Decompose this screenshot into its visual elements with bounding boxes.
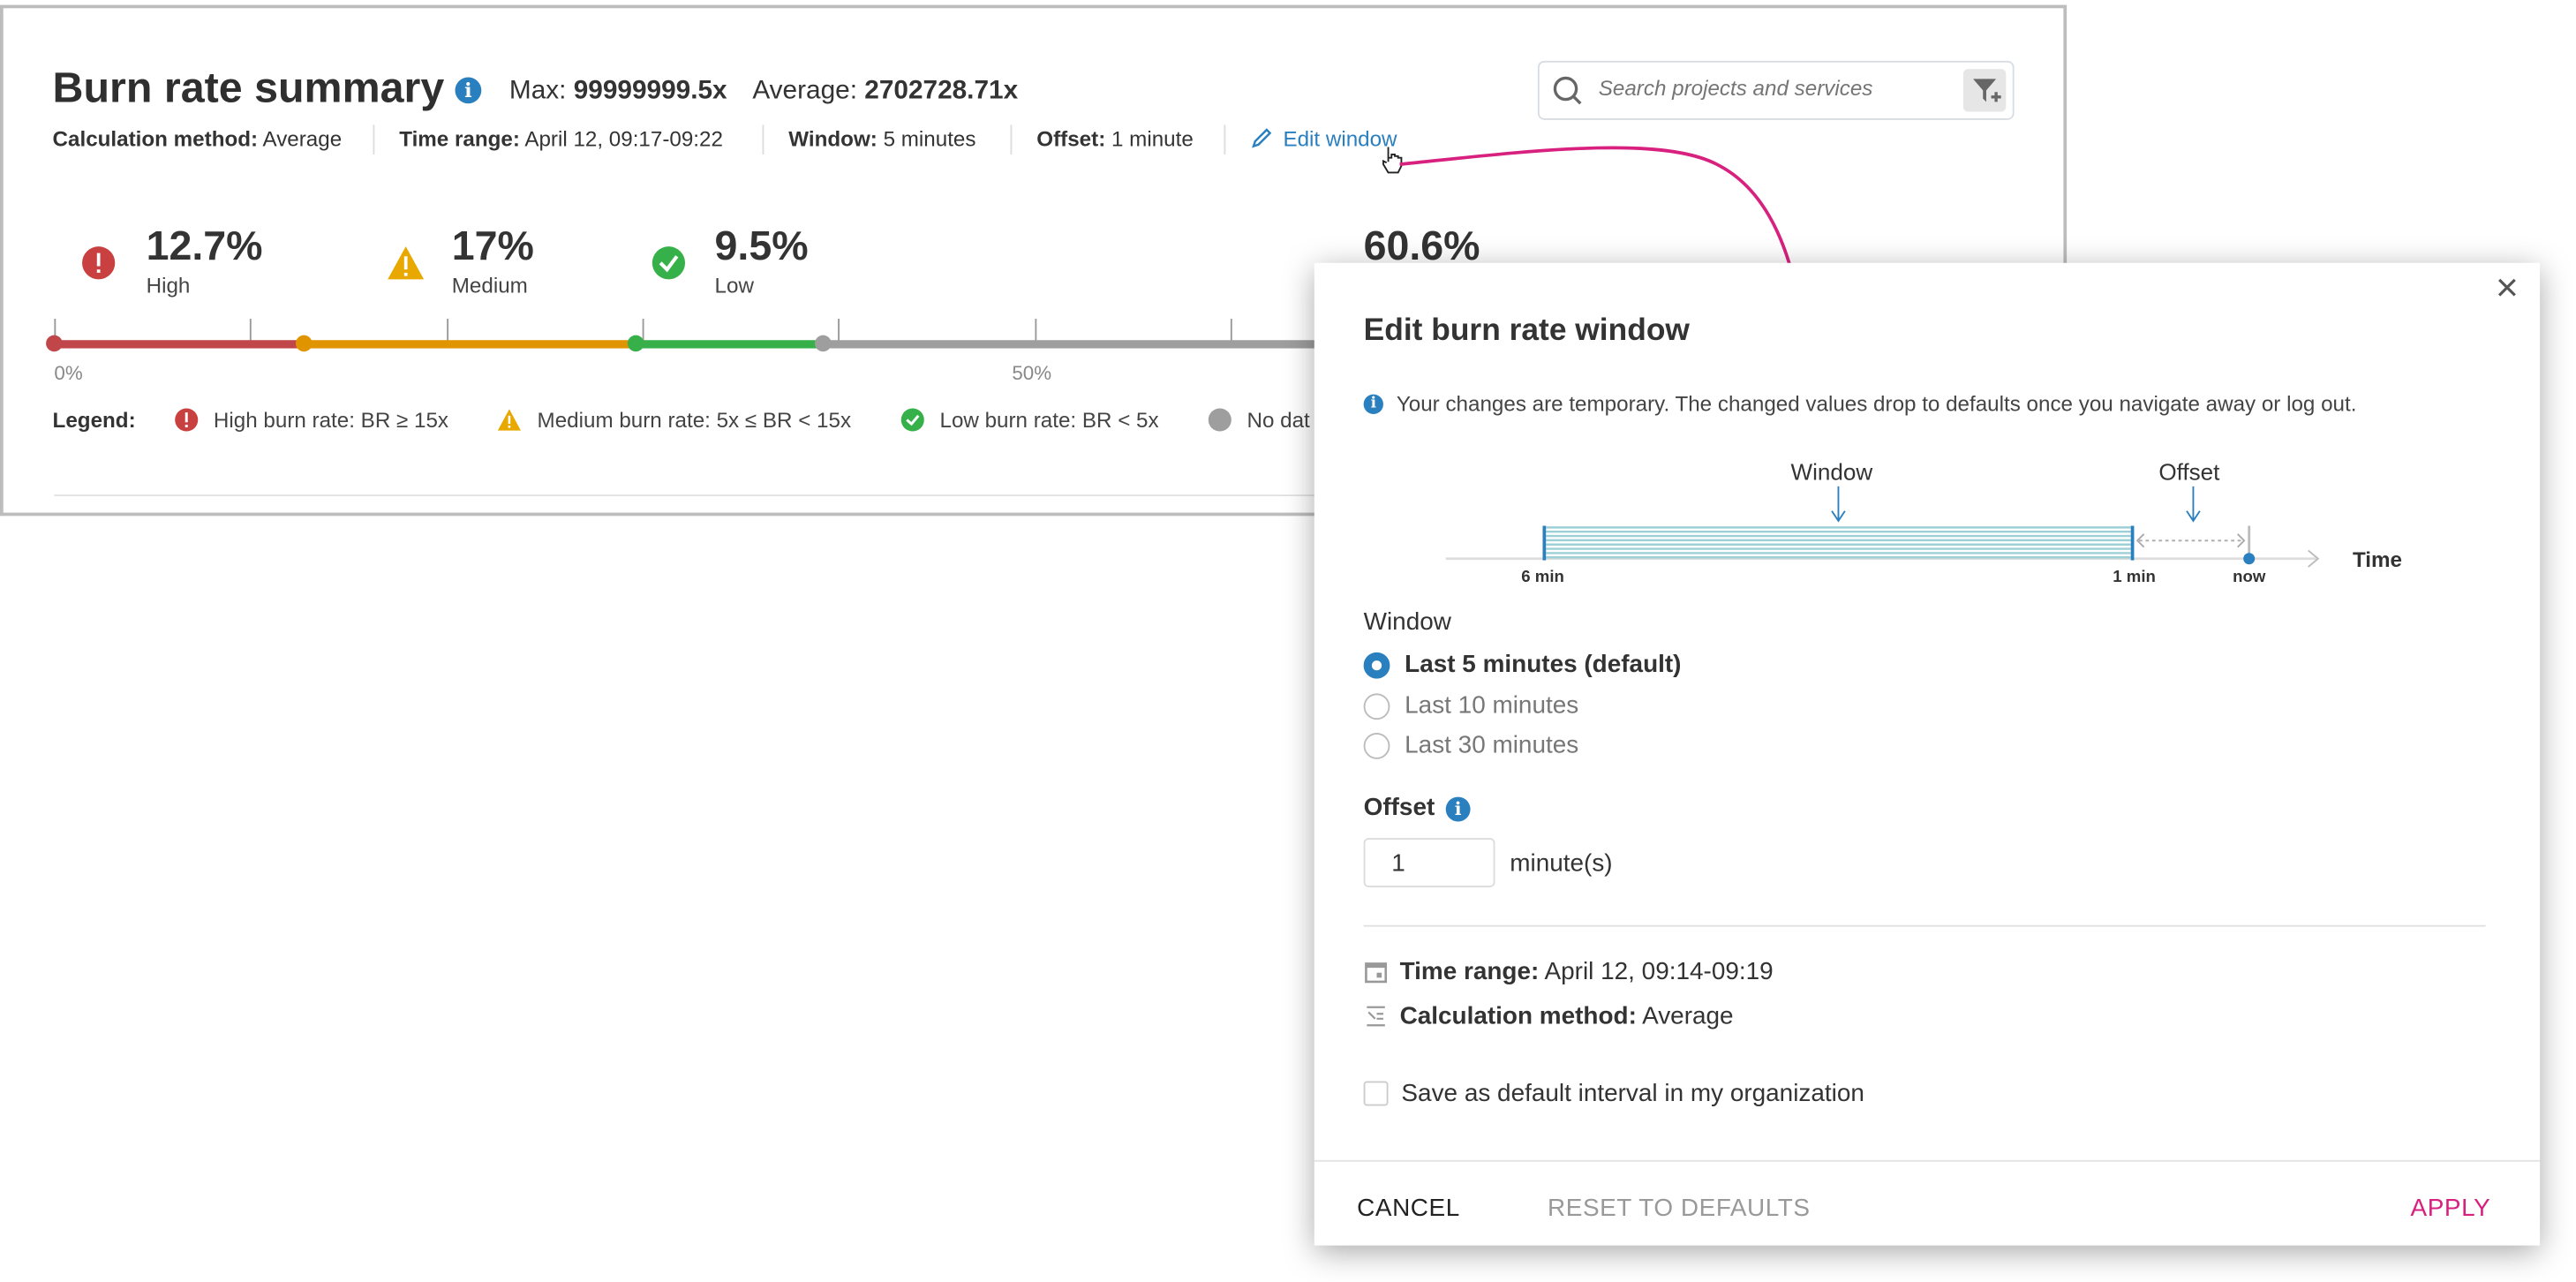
reset-to-defaults-button[interactable]: RESET TO DEFAULTS: [1548, 1195, 1811, 1223]
dialog-title: Edit burn rate window: [1363, 313, 1690, 349]
window-option-label[interactable]: Last 10 minutes: [1405, 691, 1578, 720]
calendar-icon: [1365, 962, 1388, 984]
window-option-radio[interactable]: [1363, 733, 1390, 759]
info-icon[interactable]: i: [1445, 796, 1471, 822]
dialog-calc-method: Calculation method: Average: [1400, 1002, 1734, 1030]
diagram-window-label: Window: [1790, 458, 1873, 485]
edit-burn-rate-window-dialog: × Edit burn rate window i Your changes a…: [1314, 262, 2541, 1246]
calc-method-value: Average: [1642, 1002, 1734, 1030]
diagram-time-label: Time: [2352, 547, 2402, 572]
close-icon: ×: [2495, 266, 2519, 311]
info-icon: i: [1363, 394, 1383, 414]
tick-1-min: 1 min: [2113, 568, 2156, 587]
save-default-label: Save as default interval in my organizat…: [1401, 1079, 1864, 1108]
divider: [1314, 1159, 2541, 1162]
save-default-checkbox[interactable]: [1363, 1081, 1389, 1106]
window-option-radio[interactable]: [1363, 692, 1390, 720]
window-range: [1546, 526, 2131, 559]
apply-button[interactable]: APPLY: [2411, 1195, 2491, 1223]
window-option-label[interactable]: Last 5 minutes (default): [1405, 651, 1681, 679]
tick-now: now: [2233, 568, 2266, 587]
now-dot: [2243, 553, 2256, 565]
window-option-label[interactable]: Last 30 minutes: [1405, 731, 1578, 759]
divider: [1363, 924, 2486, 927]
cancel-button[interactable]: CANCEL: [1357, 1195, 1460, 1223]
window-option-radio[interactable]: [1363, 652, 1390, 679]
time-range-value: April 12, 09:14-09:19: [1544, 957, 1774, 986]
offset-heading: Offset: [1363, 793, 1435, 822]
offset-unit: minute(s): [1510, 849, 1613, 878]
calc-method-label: Calculation method:: [1399, 1002, 1637, 1030]
offset-input[interactable]: [1363, 838, 1495, 887]
time-range-label: Time range:: [1399, 957, 1540, 986]
dialog-time-range: Time range: April 12, 09:14-09:19: [1400, 958, 1774, 986]
temporary-notice: Your changes are temporary. The changed …: [1396, 390, 2357, 416]
diagram-offset-label: Offset: [2158, 458, 2220, 485]
close-button[interactable]: ×: [2496, 266, 2519, 312]
window-heading: Window: [1363, 607, 1451, 637]
tick-6-min: 6 min: [1521, 568, 1564, 587]
calculator-icon: [1367, 1006, 1385, 1027]
